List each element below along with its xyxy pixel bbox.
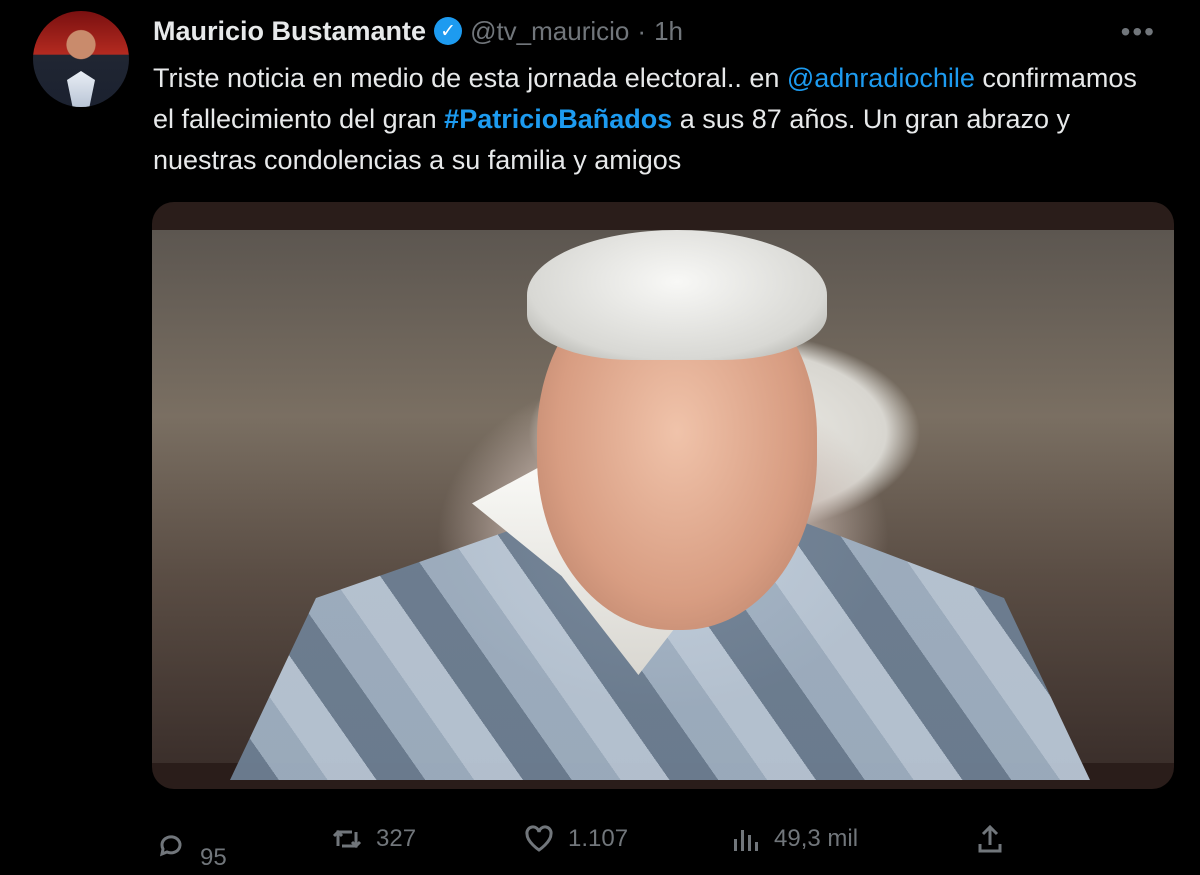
retweet-button[interactable]: 327 <box>330 822 416 856</box>
photo-hair <box>527 230 827 360</box>
reply-icon <box>154 829 188 863</box>
avatar-photo-shirt <box>67 71 95 107</box>
reply-count: 95 <box>200 844 227 871</box>
like-button[interactable]: 1.107 <box>522 822 628 856</box>
tweet-text: Triste noticia en medio de esta jornada … <box>153 58 1163 181</box>
views-button[interactable]: 49,3 mil <box>728 822 858 856</box>
views-icon <box>728 822 762 856</box>
author-name[interactable]: Mauricio Bustamante <box>153 16 426 47</box>
hashtag-link[interactable]: #PatricioBañados <box>444 104 672 134</box>
tweet-header: Mauricio Bustamante ✓ @tv_mauricio · 1h <box>153 13 683 49</box>
tweet-media[interactable] <box>152 202 1174 789</box>
heart-icon <box>522 822 556 856</box>
share-icon <box>973 822 1007 856</box>
verified-badge-icon: ✓ <box>434 17 463 45</box>
attached-photo[interactable] <box>152 230 1174 780</box>
header-separator: · <box>637 15 647 46</box>
views-count: 49,3 mil <box>774 825 859 852</box>
like-count: 1.107 <box>568 825 629 852</box>
more-options-icon[interactable]: ••• <box>1121 16 1156 48</box>
mention-link[interactable]: @adnradiochile <box>787 63 975 93</box>
reply-button[interactable]: 95 <box>154 822 227 870</box>
retweet-count: 327 <box>376 825 417 852</box>
retweet-icon <box>330 822 364 856</box>
author-handle[interactable]: @tv_mauricio <box>470 16 629 47</box>
author-avatar[interactable] <box>33 11 129 107</box>
share-button[interactable] <box>973 822 1007 856</box>
tweet-time[interactable]: 1h <box>654 16 683 47</box>
tweet-text-part-1: Triste noticia en medio de esta jornada … <box>153 63 787 93</box>
